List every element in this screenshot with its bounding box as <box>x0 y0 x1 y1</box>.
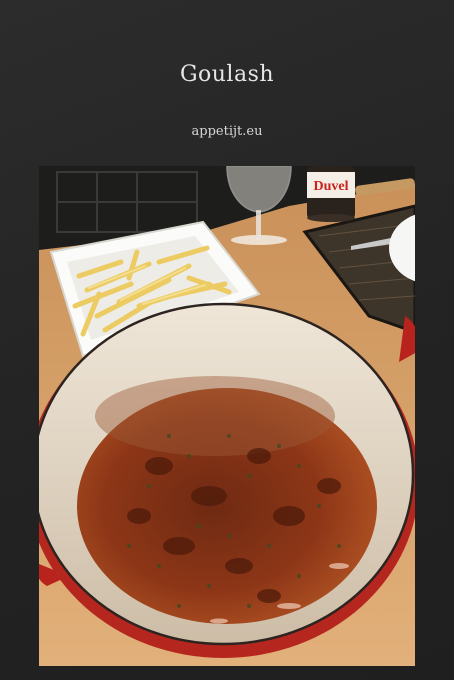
site-link[interactable]: appetijt.eu <box>0 124 454 139</box>
beer-bottle: Duvel <box>307 166 355 222</box>
bottle-label: Duvel <box>314 179 349 194</box>
cooking-pot <box>39 302 415 658</box>
page-title: Goulash <box>179 62 275 87</box>
goulash-photo: Duvel <box>39 166 415 666</box>
